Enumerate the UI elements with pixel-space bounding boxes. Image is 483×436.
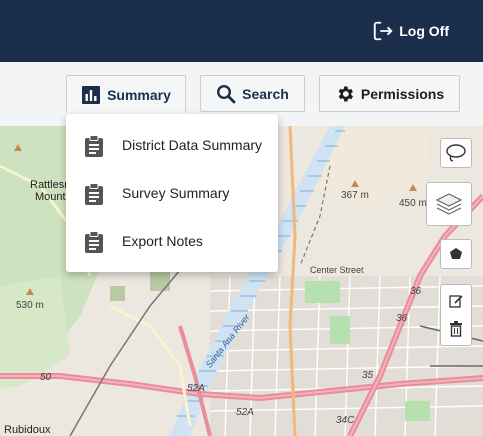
summary-dropdown-menu: District Data Summary Survey Summary Exp… [66, 114, 278, 272]
route-36-label-1: 36 [410, 286, 422, 297]
menu-item-label: Survey Summary [122, 185, 230, 201]
bar-chart-icon [82, 85, 101, 104]
polygon-icon [450, 248, 462, 259]
summary-label: Summary [107, 86, 171, 103]
menu-item-export-notes[interactable]: Export Notes [66, 217, 278, 265]
route-52a-label-2: 52A [236, 407, 254, 418]
peak-530-label: 530 m [16, 300, 44, 311]
top-bar: Log Off [0, 0, 483, 62]
search-button[interactable]: Search [200, 75, 305, 112]
mountain-label: Mount [35, 191, 66, 203]
route-50-label: 50 [40, 372, 52, 383]
lasso-tool-button[interactable] [440, 138, 472, 168]
route-34c-label: 34C [336, 415, 355, 426]
menu-item-label: District Data Summary [122, 137, 263, 153]
clipboard-icon [85, 183, 103, 205]
search-label: Search [242, 85, 289, 102]
layers-icon [435, 193, 463, 215]
clipboard-icon [85, 135, 103, 157]
log-off-label: Log Off [399, 23, 449, 39]
rubidoux-label: Rubidoux [4, 424, 51, 436]
peak-450-label: 450 m [399, 198, 427, 209]
draw-polygon-button[interactable] [440, 239, 472, 269]
menu-item-district-data-summary[interactable]: District Data Summary [66, 121, 278, 169]
menu-item-survey-summary[interactable]: Survey Summary [66, 169, 278, 217]
summary-button[interactable]: Summary [66, 75, 186, 113]
clipboard-icon [85, 231, 103, 253]
rattlesnake-label: Rattlesn [30, 179, 71, 191]
peak-367-label: 367 m [341, 190, 369, 201]
center-street-label: Center Street [310, 265, 364, 275]
route-35-label: 35 [362, 370, 374, 381]
edit-icon[interactable] [448, 293, 464, 309]
edit-tools-group [440, 284, 472, 346]
search-icon [217, 84, 236, 103]
route-52a-label-1: 52A [187, 383, 205, 394]
trash-icon[interactable] [449, 321, 463, 337]
log-off-button[interactable]: Log Off [372, 20, 449, 42]
route-36-label-2: 36 [396, 313, 408, 324]
lasso-icon [446, 144, 466, 162]
permissions-label: Permissions [360, 85, 445, 102]
logout-icon [374, 21, 393, 41]
layers-button[interactable] [426, 182, 472, 226]
permissions-button[interactable]: Permissions [319, 75, 460, 112]
gear-icon [338, 86, 353, 101]
menu-item-label: Export Notes [122, 233, 203, 249]
